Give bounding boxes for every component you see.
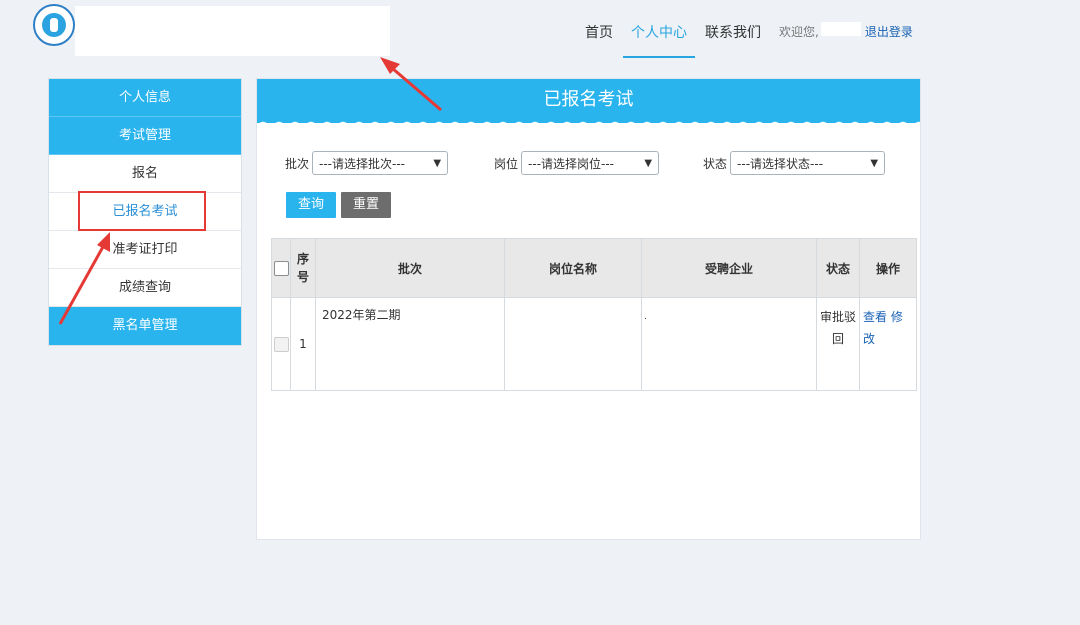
select-all-checkbox[interactable] [273, 260, 289, 276]
col-index: 序号 [290, 238, 316, 298]
cell-batch: 2022年第二期 [315, 297, 505, 391]
nav-personal-center[interactable]: 个人中心 [623, 20, 695, 58]
col-position: 岗位名称 [504, 238, 642, 298]
position-select[interactable]: ---请选择岗位--- ▼ [521, 151, 660, 175]
select-all-cell [271, 238, 291, 298]
action-buttons: 查询 重置 [286, 192, 396, 218]
sidebar-item-personal-info[interactable]: 个人信息 [49, 79, 241, 117]
chevron-down-icon: ▼ [870, 157, 879, 169]
col-batch: 批次 [315, 238, 505, 298]
logout-link[interactable]: 退出登录 [865, 23, 913, 40]
table-header-row: 序号 批次 岗位名称 受聘企业 状态 操作 [271, 238, 917, 298]
batch-select[interactable]: ---请选择批次--- ▼ [312, 151, 449, 175]
sidebar-item-exam-management[interactable]: 考试管理 [49, 117, 241, 155]
status-label: 状态 [703, 156, 728, 171]
main-panel: 已报名考试 批次 ---请选择批次--- ▼ 岗位 ---请选择岗位--- ▼ … [256, 78, 921, 540]
nav-contact-us[interactable]: 联系我们 [705, 20, 761, 44]
cell-index: 1 [290, 297, 316, 391]
sidebar-item-register[interactable]: 报名 [49, 155, 241, 193]
cell-position [504, 297, 642, 391]
chevron-down-icon: ▼ [644, 157, 653, 169]
site-banner [75, 6, 390, 56]
status-select-value: ---请选择状态--- [737, 156, 824, 171]
registered-exams-table: 序号 批次 岗位名称 受聘企业 状态 操作 1 2022年第二期 . 审批驳回 … [271, 238, 917, 391]
row-select-cell [271, 297, 291, 391]
row-checkbox[interactable] [273, 336, 289, 352]
panel-title: 已报名考试 [543, 89, 634, 110]
col-action: 操作 [859, 238, 917, 298]
batch-label: 批次 [285, 156, 310, 171]
position-label: 岗位 [494, 156, 519, 171]
position-select-value: ---请选择岗位--- [528, 156, 615, 171]
query-button[interactable]: 查询 [286, 192, 337, 218]
welcome-text: 欢迎您, [779, 25, 819, 39]
cell-actions: 查看 修改 [859, 297, 917, 391]
reset-button[interactable]: 重置 [341, 192, 392, 218]
status-select[interactable]: ---请选择状态--- ▼ [730, 151, 886, 175]
cell-status: 审批驳回 [816, 297, 860, 391]
highlight-annotation [78, 191, 206, 231]
scallop-decoration [257, 117, 920, 127]
col-status: 状态 [816, 238, 860, 298]
sidebar-item-blacklist[interactable]: 黑名单管理 [49, 307, 241, 345]
sidebar-item-admission-ticket[interactable]: 准考证打印 [49, 231, 241, 269]
filter-bar: 批次 ---请选择批次--- ▼ 岗位 ---请选择岗位--- ▼ 状态 ---… [285, 151, 886, 175]
batch-select-value: ---请选择批次--- [319, 156, 405, 171]
header: 首页 个人中心 联系我们 欢迎您, 退出登录 [0, 0, 1080, 62]
col-company: 受聘企业 [641, 238, 817, 298]
table-row: 1 2022年第二期 . 审批驳回 查看 修改 [271, 297, 917, 391]
chevron-down-icon: ▼ [433, 157, 442, 169]
sidebar-item-score-query[interactable]: 成绩查询 [49, 269, 241, 307]
username [820, 22, 861, 36]
site-logo-icon[interactable] [33, 4, 75, 46]
top-nav: 首页 个人中心 联系我们 欢迎您, 退出登录 [585, 20, 913, 62]
cell-company: . [641, 297, 817, 391]
nav-home[interactable]: 首页 [585, 20, 613, 44]
view-link[interactable]: 查看 [863, 310, 887, 324]
panel-header: 已报名考试 [257, 79, 920, 127]
